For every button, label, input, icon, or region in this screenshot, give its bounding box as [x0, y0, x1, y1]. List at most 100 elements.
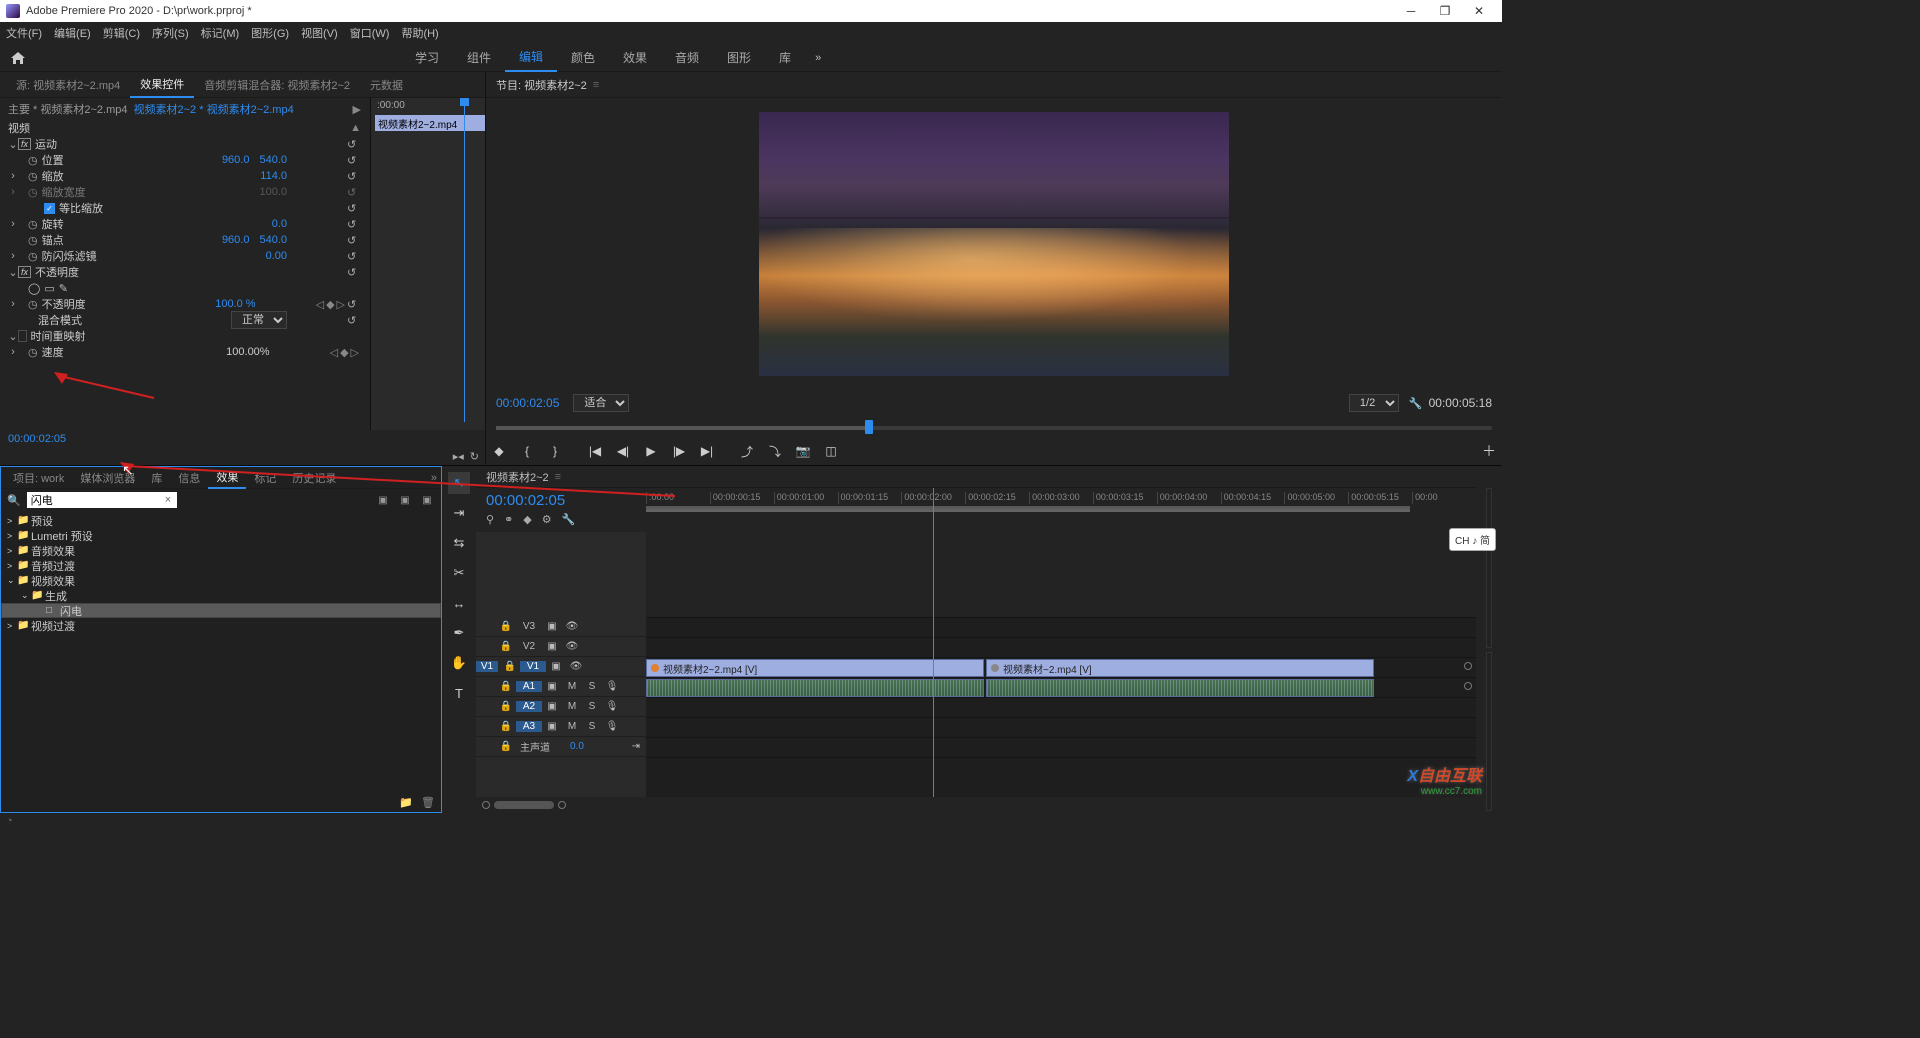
ec-rot-v[interactable]: 0.0: [272, 218, 287, 230]
workspace-effects[interactable]: 效果: [609, 44, 661, 72]
eye-icon[interactable]: 👁: [566, 661, 586, 672]
lock-icon[interactable]: 🔒: [496, 701, 516, 712]
marker-icon[interactable]: ◆: [523, 513, 531, 526]
razor-tool[interactable]: ✂: [448, 562, 470, 584]
ec-pos-y[interactable]: 540.0: [259, 154, 287, 166]
fit-select[interactable]: 适合: [573, 394, 629, 412]
menu-window[interactable]: 窗口(W): [350, 25, 390, 41]
tab-info[interactable]: 信息: [170, 467, 208, 489]
ec-opacity-v[interactable]: 100.0 %: [215, 298, 255, 310]
twirl-icon[interactable]: ⌄: [8, 138, 18, 151]
target-icon[interactable]: ▣: [542, 681, 562, 692]
ec-anchor-y[interactable]: 540.0: [259, 234, 287, 246]
menu-view[interactable]: 视图(V): [301, 25, 338, 41]
ec-motion[interactable]: 运动: [35, 136, 57, 152]
compare-button[interactable]: ◫: [820, 440, 842, 462]
ec-clip-bar[interactable]: 视频素材2~2.mp4: [375, 115, 485, 131]
target-icon[interactable]: ▣: [546, 661, 566, 672]
extract-button[interactable]: ⤵: [764, 440, 786, 462]
track-a1[interactable]: A1: [516, 681, 542, 692]
step-back-button[interactable]: ◀|: [612, 440, 634, 462]
track-master[interactable]: 主声道: [516, 739, 562, 754]
settings-icon[interactable]: ⚙: [542, 513, 552, 526]
timeline-audio-clip-2[interactable]: [986, 679, 1374, 697]
prev-kf-icon[interactable]: ◁: [316, 298, 324, 311]
mask-rect-icon[interactable]: ▭: [44, 282, 54, 295]
twirl-icon[interactable]: ›: [8, 250, 18, 262]
add-kf-icon[interactable]: ◆: [340, 346, 348, 359]
lock-icon[interactable]: 🔒: [496, 721, 516, 732]
lock-icon[interactable]: 🔒: [496, 641, 516, 652]
twirl-icon[interactable]: ›: [8, 218, 18, 230]
mic-icon[interactable]: 🎙: [602, 681, 622, 692]
link-icon[interactable]: ⚭: [504, 513, 513, 526]
program-tc-left[interactable]: 00:00:02:05: [496, 396, 559, 410]
target-icon[interactable]: ▣: [542, 641, 562, 652]
zoom-thumb[interactable]: [494, 801, 554, 809]
close-button[interactable]: ✕: [1462, 0, 1496, 22]
next-kf-icon[interactable]: ▷: [351, 346, 359, 359]
timeline-zoom-bar[interactable]: [476, 797, 1476, 813]
workspace-audio[interactable]: 音频: [661, 44, 713, 72]
add-kf-icon[interactable]: ◆: [326, 298, 334, 311]
target-icon[interactable]: ▣: [542, 701, 562, 712]
tree-item[interactable]: >📁预设: [1, 513, 441, 528]
go-to-out-button[interactable]: ▶|: [696, 440, 718, 462]
panel-overflow-icon[interactable]: »: [431, 472, 437, 484]
ripple-edit-tool[interactable]: ⇆: [448, 532, 470, 554]
timeline-playhead[interactable]: [933, 488, 934, 532]
mark-out-button[interactable]: }: [544, 440, 566, 462]
home-button[interactable]: [4, 46, 32, 70]
tree-item[interactable]: □闪电: [1, 603, 441, 618]
selection-tool[interactable]: ↖: [448, 472, 470, 494]
tab-project[interactable]: 项目: work: [5, 467, 72, 489]
zoom-v-handle[interactable]: [1464, 662, 1472, 670]
timeline-ruler[interactable]: :00:0000:00:00:1500:00:01:0000:00:01:150…: [646, 488, 1476, 532]
type-tool[interactable]: T: [448, 682, 470, 704]
track-a2[interactable]: A2: [516, 701, 542, 712]
reset-icon[interactable]: ↺: [347, 298, 361, 311]
tab-source[interactable]: 源: 视频素材2~2.mp4: [6, 72, 130, 98]
slip-tool[interactable]: ↔: [448, 592, 470, 614]
tab-effects[interactable]: 效果: [208, 467, 246, 489]
target-icon[interactable]: ▣: [542, 721, 562, 732]
prev-kf-icon[interactable]: ◁: [330, 346, 338, 359]
reset-icon[interactable]: ↺: [347, 138, 361, 151]
target-icon[interactable]: ▣: [542, 621, 562, 632]
workspace-graphics[interactable]: 图形: [713, 44, 765, 72]
effects-search-input[interactable]: [27, 492, 177, 508]
mask-ellipse-icon[interactable]: ◯: [28, 282, 40, 295]
twirl-icon[interactable]: ›: [8, 170, 18, 182]
uniform-checkbox[interactable]: ✓: [44, 203, 55, 214]
wrench-icon[interactable]: 🔧: [1409, 397, 1423, 410]
tree-item[interactable]: >📁视频过渡: [1, 618, 441, 633]
hand-tool[interactable]: ✋: [448, 652, 470, 674]
stopwatch-icon[interactable]: ◷: [28, 250, 38, 263]
expand-icon[interactable]: ⇥: [632, 741, 640, 752]
src-v1[interactable]: V1: [476, 661, 498, 672]
mic-icon[interactable]: 🎙: [602, 721, 622, 732]
eye-icon[interactable]: 👁: [562, 641, 582, 652]
tab-metadata[interactable]: 元数据: [360, 72, 413, 98]
new-bin-icon[interactable]: 📁: [399, 796, 413, 809]
snap-icon[interactable]: ⚲: [486, 513, 494, 526]
track-v2[interactable]: V2: [516, 641, 542, 652]
ec-opacity[interactable]: 不透明度: [35, 264, 79, 280]
tab-history[interactable]: 历史记录: [284, 467, 344, 489]
tab-markers[interactable]: 标记: [246, 467, 284, 489]
master-level[interactable]: 0.0: [570, 741, 584, 752]
mic-icon[interactable]: 🎙: [602, 701, 622, 712]
ec-remap[interactable]: 时间重映射: [31, 328, 86, 344]
pen-tool[interactable]: ✒: [448, 622, 470, 644]
tree-item[interactable]: >📁Lumetri 预设: [1, 528, 441, 543]
menu-marker[interactable]: 标记(M): [201, 25, 240, 41]
add-button-icon[interactable]: ＋: [1482, 441, 1496, 461]
track-v1[interactable]: V1: [520, 661, 546, 672]
program-scrub-bar[interactable]: [496, 417, 1492, 437]
panel-menu-icon[interactable]: ≡: [555, 471, 561, 483]
ec-toggle-icon[interactable]: ▸◂: [453, 450, 464, 463]
workspace-learn[interactable]: 学习: [401, 44, 453, 72]
reset-icon[interactable]: ↺: [347, 154, 361, 167]
reset-icon[interactable]: ↺: [347, 266, 361, 279]
timeline-timecode[interactable]: 00:00:02:05: [486, 492, 636, 509]
